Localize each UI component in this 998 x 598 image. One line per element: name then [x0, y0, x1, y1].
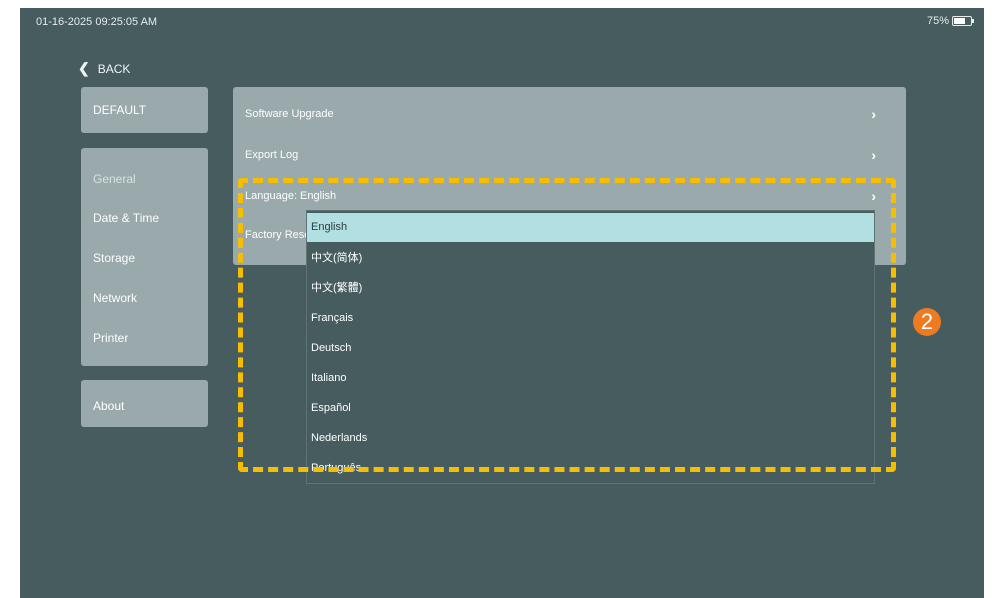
- nav-item-general[interactable]: General: [93, 172, 136, 186]
- nav-item-network[interactable]: Network: [93, 291, 137, 305]
- software-upgrade-row[interactable]: Software Upgrade ›: [245, 99, 906, 129]
- annotation-step-badge: 2: [913, 308, 941, 336]
- battery-status: 75%: [926, 15, 974, 27]
- settings-nav: General Date & Time Storage Network Prin…: [81, 148, 208, 366]
- annotation-highlight-box: [238, 178, 896, 472]
- chevron-left-icon: ❮: [78, 60, 90, 76]
- software-upgrade-label: Software Upgrade: [245, 108, 334, 120]
- back-label: BACK: [97, 61, 131, 76]
- nav-item-printer[interactable]: Printer: [93, 331, 128, 345]
- nav-item-storage[interactable]: Storage: [93, 251, 135, 265]
- nav-item-date-time[interactable]: Date & Time: [93, 211, 159, 225]
- back-button[interactable]: ❮ BACK: [78, 60, 130, 77]
- default-label: DEFAULT: [93, 103, 147, 117]
- export-log-row[interactable]: Export Log ›: [245, 140, 906, 170]
- export-log-label: Export Log: [245, 149, 299, 161]
- default-button[interactable]: DEFAULT: [81, 87, 208, 133]
- status-datetime: 01-16-2025 09:25:05 AM: [36, 16, 158, 28]
- chevron-right-icon: ›: [871, 106, 876, 122]
- battery-icon: [952, 16, 974, 26]
- battery-percent: 75%: [926, 15, 949, 27]
- device-screen: 01-16-2025 09:25:05 AM 75% ❮ BACK DEFAUL…: [20, 8, 984, 598]
- about-label: About: [93, 399, 125, 413]
- chevron-right-icon: ›: [871, 147, 876, 163]
- about-button[interactable]: About: [81, 380, 208, 427]
